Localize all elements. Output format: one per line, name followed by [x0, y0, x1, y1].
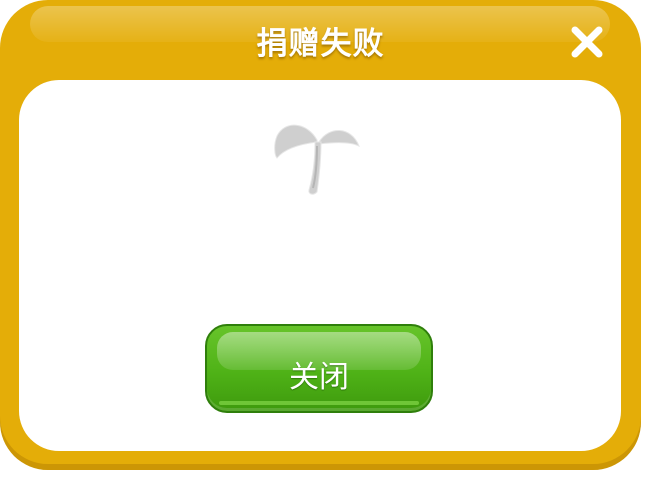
button-highlight — [219, 401, 419, 405]
close-button[interactable]: 关闭 — [205, 324, 433, 413]
sprout-icon — [271, 118, 367, 202]
close-icon[interactable] — [567, 22, 607, 62]
close-button-label: 关闭 — [289, 360, 349, 395]
donation-failed-dialog: 捐赠失败 关闭 — [0, 0, 641, 470]
dialog-content: 关闭 — [19, 80, 621, 451]
dialog-title: 捐赠失败 — [256, 26, 385, 62]
